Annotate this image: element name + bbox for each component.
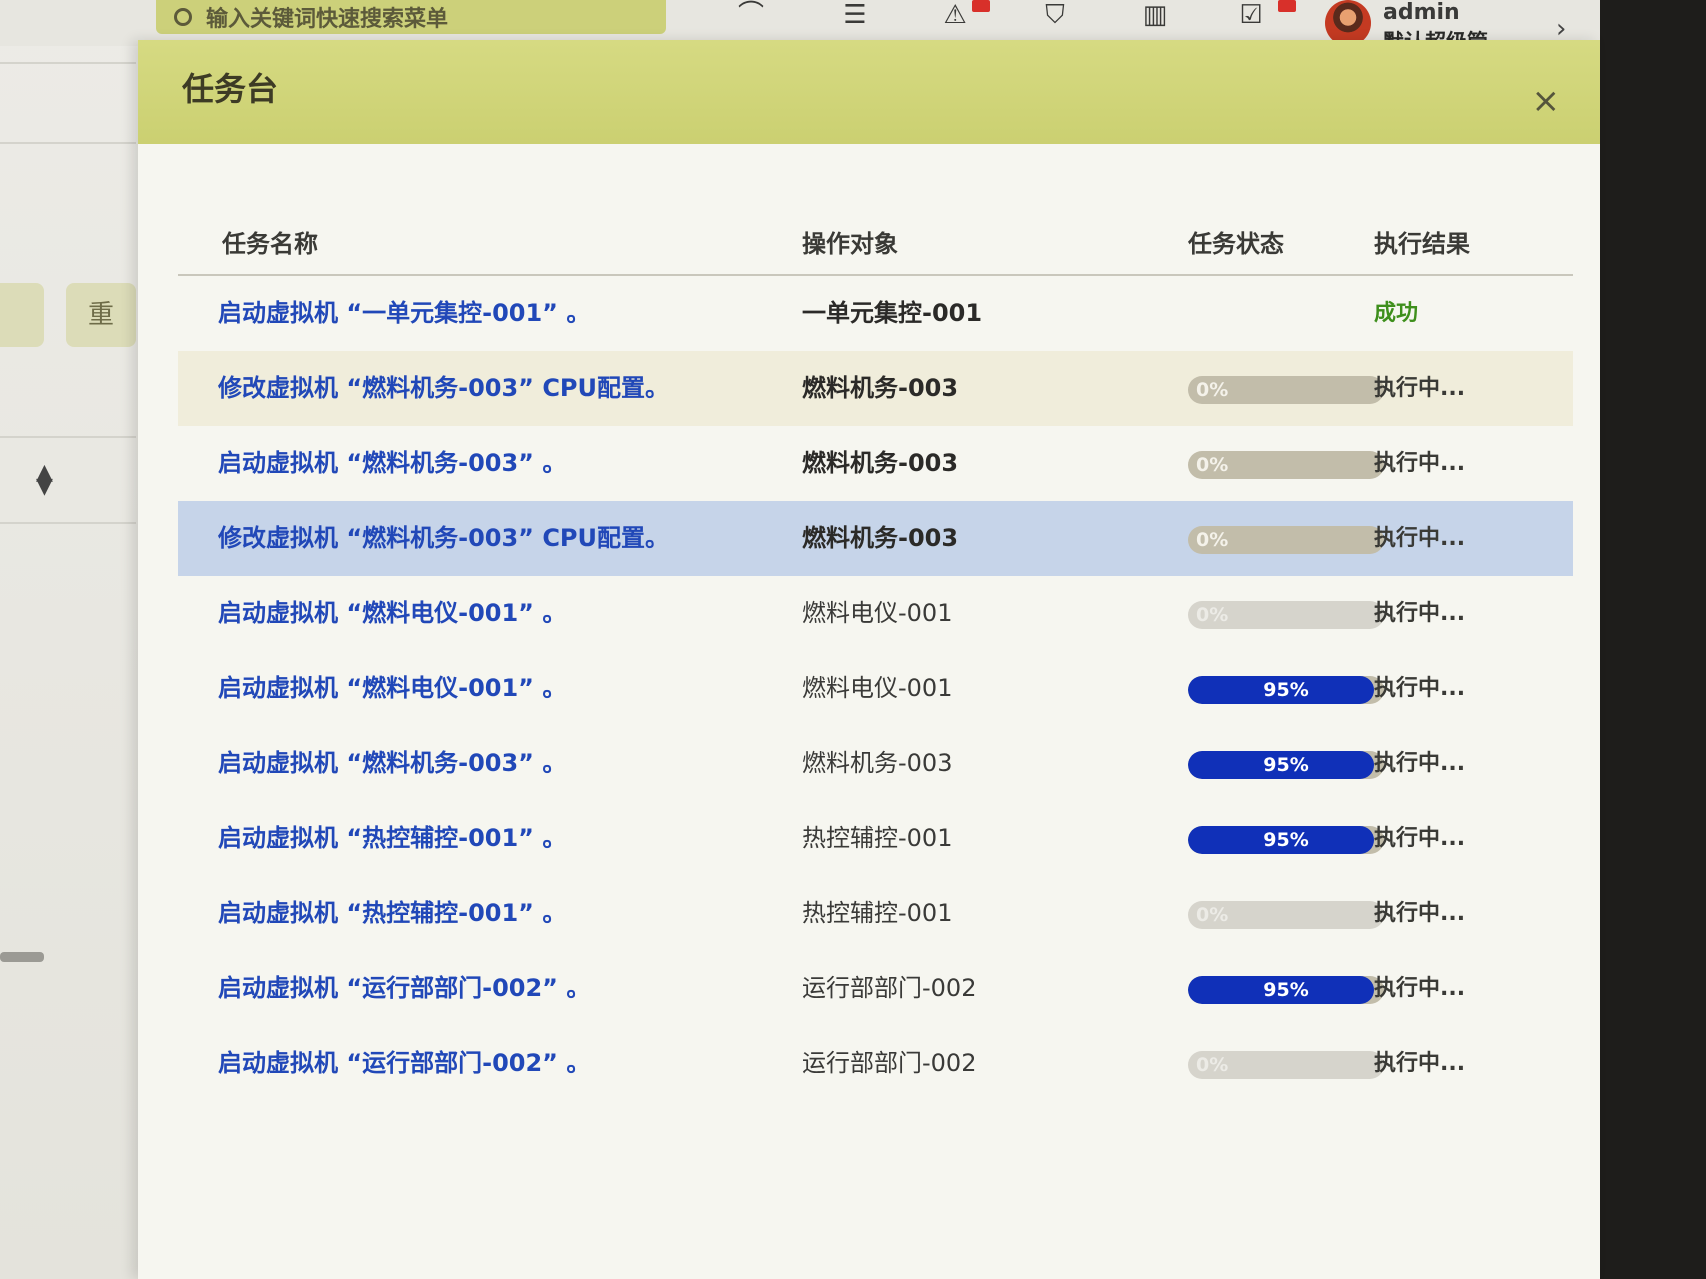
dashboard-icon[interactable]: ⌒	[732, 0, 770, 30]
task-target: 燃料机务-003	[802, 449, 959, 477]
task-name-link[interactable]: 启动虚拟机 “燃料电仪-001” 。	[218, 651, 566, 726]
table-row[interactable]: 启动虚拟机 “热控辅控-001” 。 热控辅控-001 0% 执行中...	[178, 876, 1573, 951]
task-result: 执行中...	[1374, 376, 1466, 401]
task-progress-bar: 95%	[1188, 751, 1384, 779]
task-target: 运行部部门-002	[802, 974, 977, 1002]
task-badge	[1278, 0, 1296, 12]
left-reset-button[interactable]: 重	[66, 283, 136, 347]
task-name-link[interactable]: 启动虚拟机 “运行部部门-002” 。	[218, 1026, 590, 1101]
task-result: 成功	[1374, 301, 1419, 326]
task-result: 执行中...	[1374, 1051, 1466, 1076]
task-target: 燃料机务-003	[802, 524, 959, 552]
shield-search-icon[interactable]: ⛉	[1036, 0, 1074, 30]
divider	[0, 436, 136, 438]
progress-label: 0%	[1196, 379, 1229, 401]
table-row[interactable]: 启动虚拟机 “燃料电仪-001” 。 燃料电仪-001 95% 执行中...	[178, 651, 1573, 726]
warning-icon[interactable]: ⚠	[936, 0, 974, 30]
task-result: 执行中...	[1374, 601, 1466, 626]
task-result: 执行中...	[1374, 901, 1466, 926]
table-row[interactable]: 启动虚拟机 “燃料机务-003” 。 燃料机务-003 0% 执行中...	[178, 426, 1573, 501]
table-row[interactable]: 启动虚拟机 “热控辅控-001” 。 热控辅控-001 95% 执行中...	[178, 801, 1573, 876]
task-result: 执行中...	[1374, 976, 1466, 1001]
chart-icon[interactable]: ▥	[1136, 0, 1174, 30]
table-row[interactable]: 启动虚拟机 “运行部部门-002” 。 运行部部门-002 0% 执行中...	[178, 1026, 1573, 1101]
list-icon[interactable]: ☰	[836, 0, 874, 30]
task-target: 燃料电仪-001	[802, 599, 953, 627]
progress-label: 0%	[1196, 1054, 1229, 1076]
task-name-link[interactable]: 启动虚拟机 “燃料电仪-001” 。	[218, 576, 566, 651]
task-progress-bar: 0%	[1188, 376, 1384, 404]
task-result: 执行中...	[1374, 826, 1466, 851]
task-result: 执行中...	[1374, 526, 1466, 551]
task-target: 燃料机务-003	[802, 749, 953, 777]
task-progress-bar: 95%	[1188, 826, 1384, 854]
menu-search-box[interactable]: 输入关键词快速搜索菜单	[156, 0, 666, 34]
table-header: 任务名称 操作对象 任务状态 执行结果	[178, 170, 1573, 276]
progress-label: 95%	[1263, 754, 1309, 776]
task-target: 燃料电仪-001	[802, 674, 953, 702]
task-name-link[interactable]: 启动虚拟机 “热控辅控-001” 。	[218, 876, 566, 951]
task-target: 运行部部门-002	[802, 1049, 977, 1077]
progress-label: 95%	[1263, 979, 1309, 1001]
screen-bezel	[1600, 0, 1706, 1279]
divider	[0, 522, 136, 524]
task-progress-bar: 0%	[1188, 1051, 1384, 1079]
close-icon[interactable]: ×	[1532, 84, 1561, 118]
task-name-link[interactable]: 启动虚拟机 “燃料机务-003” 。	[218, 426, 566, 501]
dialog-header: 任务台 ×	[138, 40, 1600, 144]
sort-icon[interactable]: ▲ ▼	[36, 462, 53, 498]
column-header-result[interactable]: 执行结果	[1374, 224, 1470, 259]
table-row[interactable]: 启动虚拟机 “燃料电仪-001” 。 燃料电仪-001 0% 执行中...	[178, 576, 1573, 651]
column-header-target[interactable]: 操作对象	[802, 224, 898, 259]
task-name-link[interactable]: 启动虚拟机 “燃料机务-003” 。	[218, 726, 566, 801]
table-row[interactable]: 修改虚拟机 “燃料机务-003” CPU配置。 燃料机务-003 0% 执行中...	[178, 351, 1573, 426]
task-progress-bar: 0%	[1188, 526, 1384, 554]
column-header-status[interactable]: 任务状态	[1188, 224, 1284, 259]
search-icon	[174, 8, 192, 26]
task-name-link[interactable]: 修改虚拟机 “燃料机务-003” CPU配置。	[218, 501, 669, 576]
task-console-dialog: 任务台 × 任务名称 操作对象 任务状态 执行结果 启动虚拟机 “一单元集控-0…	[138, 40, 1600, 1279]
task-result: 执行中...	[1374, 676, 1466, 701]
task-table: 任务名称 操作对象 任务状态 执行结果 启动虚拟机 “一单元集控-001” 。 一…	[178, 170, 1573, 1101]
progress-label: 0%	[1196, 454, 1229, 476]
progress-label: 0%	[1196, 529, 1229, 551]
table-row[interactable]: 启动虚拟机 “燃料机务-003” 。 燃料机务-003 95% 执行中...	[178, 726, 1573, 801]
table-row[interactable]: 修改虚拟机 “燃料机务-003” CPU配置。 燃料机务-003 0% 执行中...	[178, 501, 1573, 576]
column-header-task-name[interactable]: 任务名称	[222, 224, 318, 259]
task-target: 燃料机务-003	[802, 374, 959, 402]
search-placeholder: 输入关键词快速搜索菜单	[206, 7, 449, 32]
task-progress-bar: 95%	[1188, 976, 1384, 1004]
task-check-icon[interactable]: ☑	[1232, 0, 1270, 30]
task-result: 执行中...	[1374, 751, 1466, 776]
task-target: 一单元集控-001	[802, 299, 983, 327]
task-name-link[interactable]: 启动虚拟机 “热控辅控-001” 。	[218, 801, 566, 876]
progress-label: 0%	[1196, 604, 1229, 626]
user-name: admin	[1383, 0, 1460, 25]
task-progress-bar: 0%	[1188, 601, 1384, 629]
task-progress-bar: 95%	[1188, 676, 1384, 704]
dialog-title: 任务台	[182, 70, 279, 108]
task-name-link[interactable]: 启动虚拟机 “一单元集控-001” 。	[218, 276, 590, 351]
task-result: 执行中...	[1374, 451, 1466, 476]
divider	[0, 142, 136, 144]
task-name-link[interactable]: 修改虚拟机 “燃料机务-003” CPU配置。	[218, 351, 669, 426]
table-row[interactable]: 启动虚拟机 “一单元集控-001” 。 一单元集控-001 成功	[178, 276, 1573, 351]
scrollbar[interactable]	[0, 952, 44, 962]
table-row[interactable]: 启动虚拟机 “运行部部门-002” 。 运行部部门-002 95% 执行中...	[178, 951, 1573, 1026]
task-name-link[interactable]: 启动虚拟机 “运行部部门-002” 。	[218, 951, 590, 1026]
table-body: 启动虚拟机 “一单元集控-001” 。 一单元集控-001 成功修改虚拟机 “燃料机…	[178, 276, 1573, 1101]
progress-label: 0%	[1196, 904, 1229, 926]
task-progress-bar: 0%	[1188, 901, 1384, 929]
divider	[0, 62, 136, 64]
task-progress-bar: 0%	[1188, 451, 1384, 479]
task-target: 热控辅控-001	[802, 899, 953, 927]
task-target: 热控辅控-001	[802, 824, 953, 852]
left-action-button[interactable]	[0, 283, 44, 347]
progress-label: 95%	[1263, 829, 1309, 851]
warning-badge	[972, 0, 990, 12]
progress-label: 95%	[1263, 679, 1309, 701]
